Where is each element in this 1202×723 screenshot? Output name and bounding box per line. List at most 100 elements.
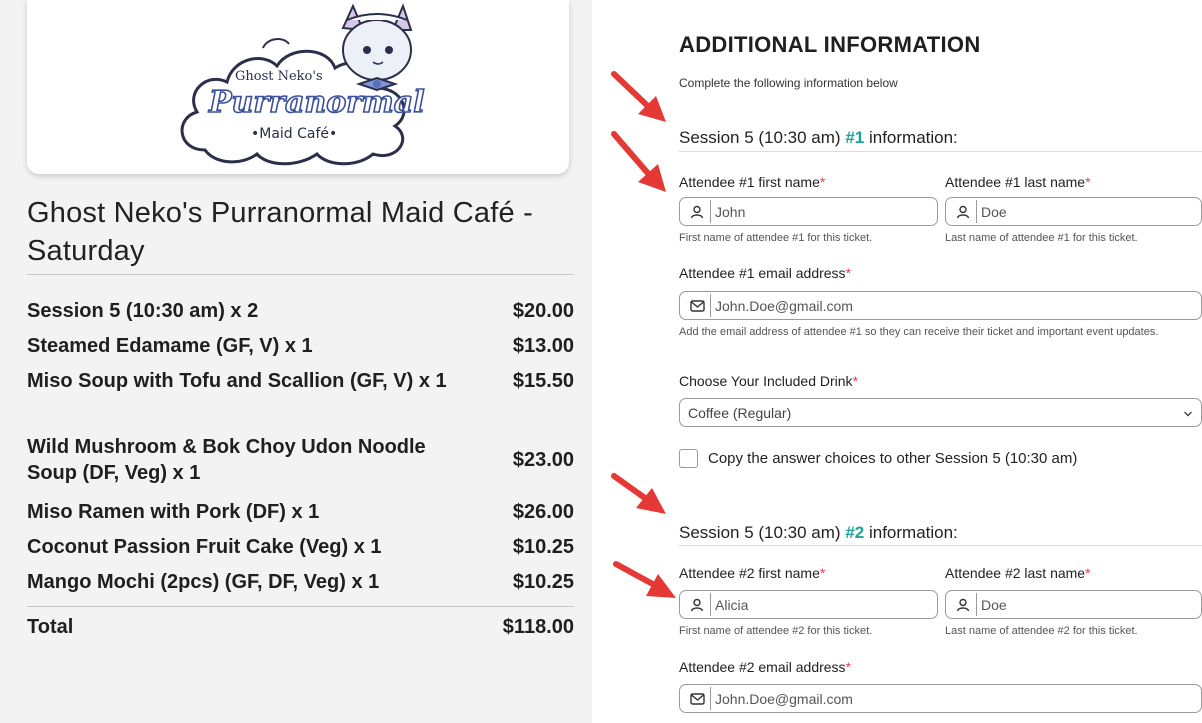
order-line-item: Miso Soup with Tofu and Scallion (GF, V)… — [27, 368, 574, 394]
item-price: $13.00 — [512, 335, 574, 357]
item-price: $26.00 — [512, 501, 574, 523]
session-heading-1: Session 5 (10:30 am) #1 information: — [679, 128, 958, 148]
item-name: Miso Soup with Tofu and Scallion (GF, V)… — [27, 370, 447, 392]
last-name-value: Doe — [981, 596, 1007, 613]
item-name: Steamed Edamame (GF, V) x 1 — [27, 335, 313, 357]
attendee-1-first-name-input[interactable]: John — [679, 197, 938, 226]
required-mark: * — [819, 174, 826, 190]
first-name-label: Attendee #1 first name* — [679, 174, 825, 190]
first-name-label: Attendee #2 first name* — [679, 565, 825, 581]
last-name-hint: Last name of attendee #1 for this ticket… — [945, 232, 1138, 244]
drink-label: Choose Your Included Drink* — [679, 373, 858, 389]
last-name-label: Attendee #1 last name* — [945, 174, 1091, 190]
logo-line-3: •Maid Café• — [251, 126, 337, 142]
last-name-value: Doe — [981, 203, 1007, 220]
session-suffix: information: — [864, 128, 958, 147]
label-text: Attendee #2 last name — [945, 565, 1086, 581]
attendee-number: #1 — [845, 128, 865, 147]
order-line-item: Mango Mochi (2pcs) (GF, DF, Veg) x 1 $10… — [27, 569, 574, 595]
item-name: Wild Mushroom & Bok Choy Udon Noodle Sou… — [27, 436, 426, 484]
email-value: John.Doe@gmail.com — [715, 690, 853, 707]
total-label: Total — [27, 616, 74, 638]
email-label: Attendee #2 email address* — [679, 659, 851, 675]
session-suffix: information: — [864, 523, 958, 542]
label-text: Attendee #1 first name — [679, 174, 820, 190]
logo-line-1: Ghost Neko's — [235, 69, 323, 84]
required-mark: * — [845, 265, 852, 281]
divider — [27, 606, 574, 607]
session-name: Session 5 (10:30 am) — [679, 523, 846, 542]
attendee-1-last-name-input[interactable]: Doe — [945, 197, 1202, 226]
email-value: John.Doe@gmail.com — [715, 297, 853, 314]
session-name: Session 5 (10:30 am) — [679, 128, 846, 147]
form-heading: ADDITIONAL INFORMATION — [679, 32, 981, 57]
order-total: Total $118.00 — [27, 613, 574, 641]
person-icon — [952, 201, 974, 223]
person-icon — [686, 594, 708, 616]
copy-answers-row[interactable]: Copy the answer choices to other Session… — [679, 449, 1077, 468]
attendee-2-email-input[interactable]: John.Doe@gmail.com — [679, 684, 1202, 713]
drink-select-value: Coffee (Regular) — [688, 404, 792, 421]
label-text: Attendee #1 email address — [679, 265, 846, 281]
first-name-value: Alicia — [715, 596, 749, 613]
form-subheading: Complete the following information below — [679, 76, 898, 90]
label-text: Choose Your Included Drink — [679, 373, 853, 389]
item-name: Coconut Passion Fruit Cake (Veg) x 1 — [27, 536, 382, 558]
event-title: Ghost Neko's Purranormal Maid Café - Sat… — [27, 197, 533, 267]
red-arrow-icon — [611, 131, 666, 192]
person-icon — [686, 201, 708, 223]
item-price: $23.00 — [512, 449, 574, 471]
divider — [27, 274, 574, 275]
item-price: $15.50 — [512, 370, 574, 392]
label-text: Attendee #2 email address — [679, 659, 846, 675]
required-mark: * — [819, 565, 826, 581]
attendee-1-email-input[interactable]: John.Doe@gmail.com — [679, 291, 1202, 320]
additional-info-form: ADDITIONAL INFORMATION Complete the foll… — [592, 0, 1202, 723]
email-hint: Add the email address of attendee #1 so … — [679, 326, 1159, 338]
first-name-value: John — [715, 203, 746, 220]
order-summary-panel: Ghost Neko's Purranormal •Maid Café• Gho… — [0, 0, 592, 723]
session-heading-2: Session 5 (10:30 am) #2 information: — [679, 523, 958, 543]
order-line-item: Coconut Passion Fruit Cake (Veg) x 1 $10… — [27, 534, 574, 560]
attendee-2-first-name-input[interactable]: Alicia — [679, 590, 938, 619]
label-text: Attendee #2 first name — [679, 565, 820, 581]
person-icon — [952, 594, 974, 616]
input-separator — [710, 294, 711, 317]
red-arrow-icon — [613, 561, 676, 598]
item-name: Mango Mochi (2pcs) (GF, DF, Veg) x 1 — [27, 571, 380, 593]
order-line-item: Wild Mushroom & Bok Choy Udon Noodle Sou… — [27, 434, 574, 486]
label-text: Attendee #1 last name — [945, 174, 1086, 190]
red-arrow-icon — [611, 473, 666, 514]
required-mark: * — [845, 659, 852, 675]
copy-answers-checkbox[interactable] — [679, 449, 698, 468]
item-name: Miso Ramen with Pork (DF) x 1 — [27, 501, 320, 523]
total-value: $118.00 — [502, 616, 574, 638]
item-price: $20.00 — [512, 300, 574, 322]
envelope-icon — [686, 295, 708, 317]
divider — [679, 151, 1202, 152]
email-label: Attendee #1 email address* — [679, 265, 851, 281]
envelope-icon — [686, 688, 708, 710]
item-price: $10.25 — [512, 536, 574, 558]
attendee-2-last-name-input[interactable]: Doe — [945, 590, 1202, 619]
order-line-item: Miso Ramen with Pork (DF) x 1 $26.00 — [27, 499, 574, 525]
ghost-neko-logo: Ghost Neko's Purranormal •Maid Café• — [180, 3, 425, 166]
order-line-item: Session 5 (10:30 am) x 2 $20.00 — [27, 298, 574, 324]
input-separator — [710, 687, 711, 710]
item-name: Session 5 (10:30 am) x 2 — [27, 300, 259, 322]
required-mark: * — [1085, 565, 1091, 581]
chevron-down-icon — [1183, 405, 1193, 421]
red-arrow-icon — [611, 71, 666, 122]
logo-line-2: Purranormal — [208, 85, 425, 120]
input-separator — [710, 200, 711, 223]
last-name-hint: Last name of attendee #2 for this ticket… — [945, 625, 1138, 637]
last-name-label: Attendee #2 last name* — [945, 565, 1091, 581]
order-line-item: Steamed Edamame (GF, V) x 1 $13.00 — [27, 333, 574, 359]
drink-select[interactable]: Coffee (Regular) — [679, 398, 1202, 427]
copy-answers-label: Copy the answer choices to other Session… — [708, 450, 1078, 467]
attendee-number: #2 — [845, 523, 865, 542]
first-name-hint: First name of attendee #1 for this ticke… — [679, 232, 873, 244]
input-separator — [976, 593, 977, 616]
required-mark: * — [852, 373, 859, 389]
required-mark: * — [1085, 174, 1091, 190]
